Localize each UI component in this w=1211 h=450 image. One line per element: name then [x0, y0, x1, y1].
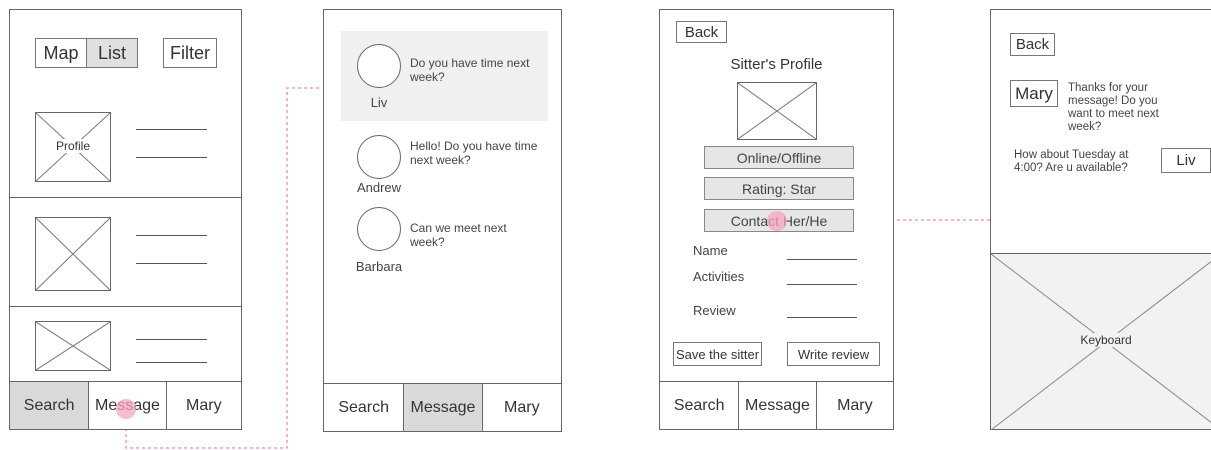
back-button[interactable]: Back	[676, 21, 727, 43]
sitter-photo-placeholder	[737, 82, 817, 140]
tab-profile-mary[interactable]: Mary	[483, 384, 561, 431]
tab-profile-mary[interactable]: Mary	[817, 382, 893, 429]
rating-badge: Rating: Star	[704, 177, 854, 200]
tab-bar: Search Message Mary	[660, 381, 893, 429]
save-sitter-button[interactable]: Save the sitter	[673, 342, 762, 366]
card-divider	[10, 306, 241, 307]
sender-name: Barbara	[355, 259, 403, 274]
field-label-review: Review	[693, 303, 736, 318]
tap-indicator	[116, 399, 136, 419]
write-review-button[interactable]: Write review	[787, 342, 880, 366]
tab-search[interactable]: Search	[660, 382, 740, 429]
tab-search[interactable]: Search	[324, 384, 405, 431]
avatar[interactable]	[357, 207, 401, 251]
online-status-badge: Online/Offline	[704, 146, 854, 169]
card2-line2	[136, 263, 207, 264]
sender-name: Liv	[370, 95, 388, 110]
keyboard-placeholder[interactable]: Keyboard	[991, 253, 1211, 430]
message-preview[interactable]: Hello! Do you have time next week?	[410, 139, 542, 167]
card3-line1	[136, 339, 207, 340]
page-title: Sitter's Profile	[730, 56, 823, 73]
sender-name: Andrew	[356, 180, 402, 195]
sitter-image-placeholder[interactable]	[35, 217, 111, 291]
screen-messages: Liv Do you have time next week? Andrew H…	[323, 9, 562, 432]
avatar[interactable]	[357, 135, 401, 179]
message-preview[interactable]: Can we meet next week?	[410, 221, 542, 249]
tap-indicator	[767, 211, 787, 231]
map-toggle-button[interactable]: Map	[35, 38, 87, 68]
card1-line2	[136, 157, 207, 158]
profile-image-placeholder[interactable]: Profile	[35, 112, 111, 182]
reply-message: How about Tuesday at 4:00? Are u availab…	[1014, 149, 1129, 174]
field-label-name: Name	[693, 243, 728, 258]
card1-line1	[136, 129, 207, 130]
keyboard-label: Keyboard	[991, 333, 1211, 347]
card3-line2	[136, 362, 207, 363]
filter-button[interactable]: Filter	[163, 38, 217, 68]
avatar	[357, 44, 401, 88]
tab-message[interactable]: Message	[739, 382, 817, 429]
incoming-message: Thanks for your message! Do you want to …	[1068, 82, 1159, 133]
tab-bar: Search Message Mary	[324, 383, 561, 431]
back-button[interactable]: Back	[1010, 33, 1055, 56]
sender-name-badge: Mary	[1010, 80, 1058, 107]
card2-line1	[136, 235, 207, 236]
tab-profile-mary[interactable]: Mary	[167, 382, 241, 429]
card-divider	[10, 197, 241, 198]
field-label-activities: Activities	[693, 269, 745, 284]
activities-value-line	[787, 284, 857, 285]
screen-search-list: Map List Filter Profile Search Message M…	[9, 9, 242, 430]
reply-sender-badge: Liv	[1161, 148, 1211, 173]
message-preview: Do you have time next week?	[410, 56, 530, 84]
profile-label: Profile	[53, 139, 92, 153]
tab-message[interactable]: Message	[404, 384, 483, 431]
tab-search[interactable]: Search	[10, 382, 90, 429]
screen-chat: Back Mary Thanks for your message! Do yo…	[990, 9, 1211, 430]
review-value-line	[787, 317, 857, 318]
list-toggle-button[interactable]: List	[86, 38, 138, 68]
name-value-line	[787, 259, 857, 260]
sitter-image-placeholder[interactable]	[35, 321, 111, 371]
